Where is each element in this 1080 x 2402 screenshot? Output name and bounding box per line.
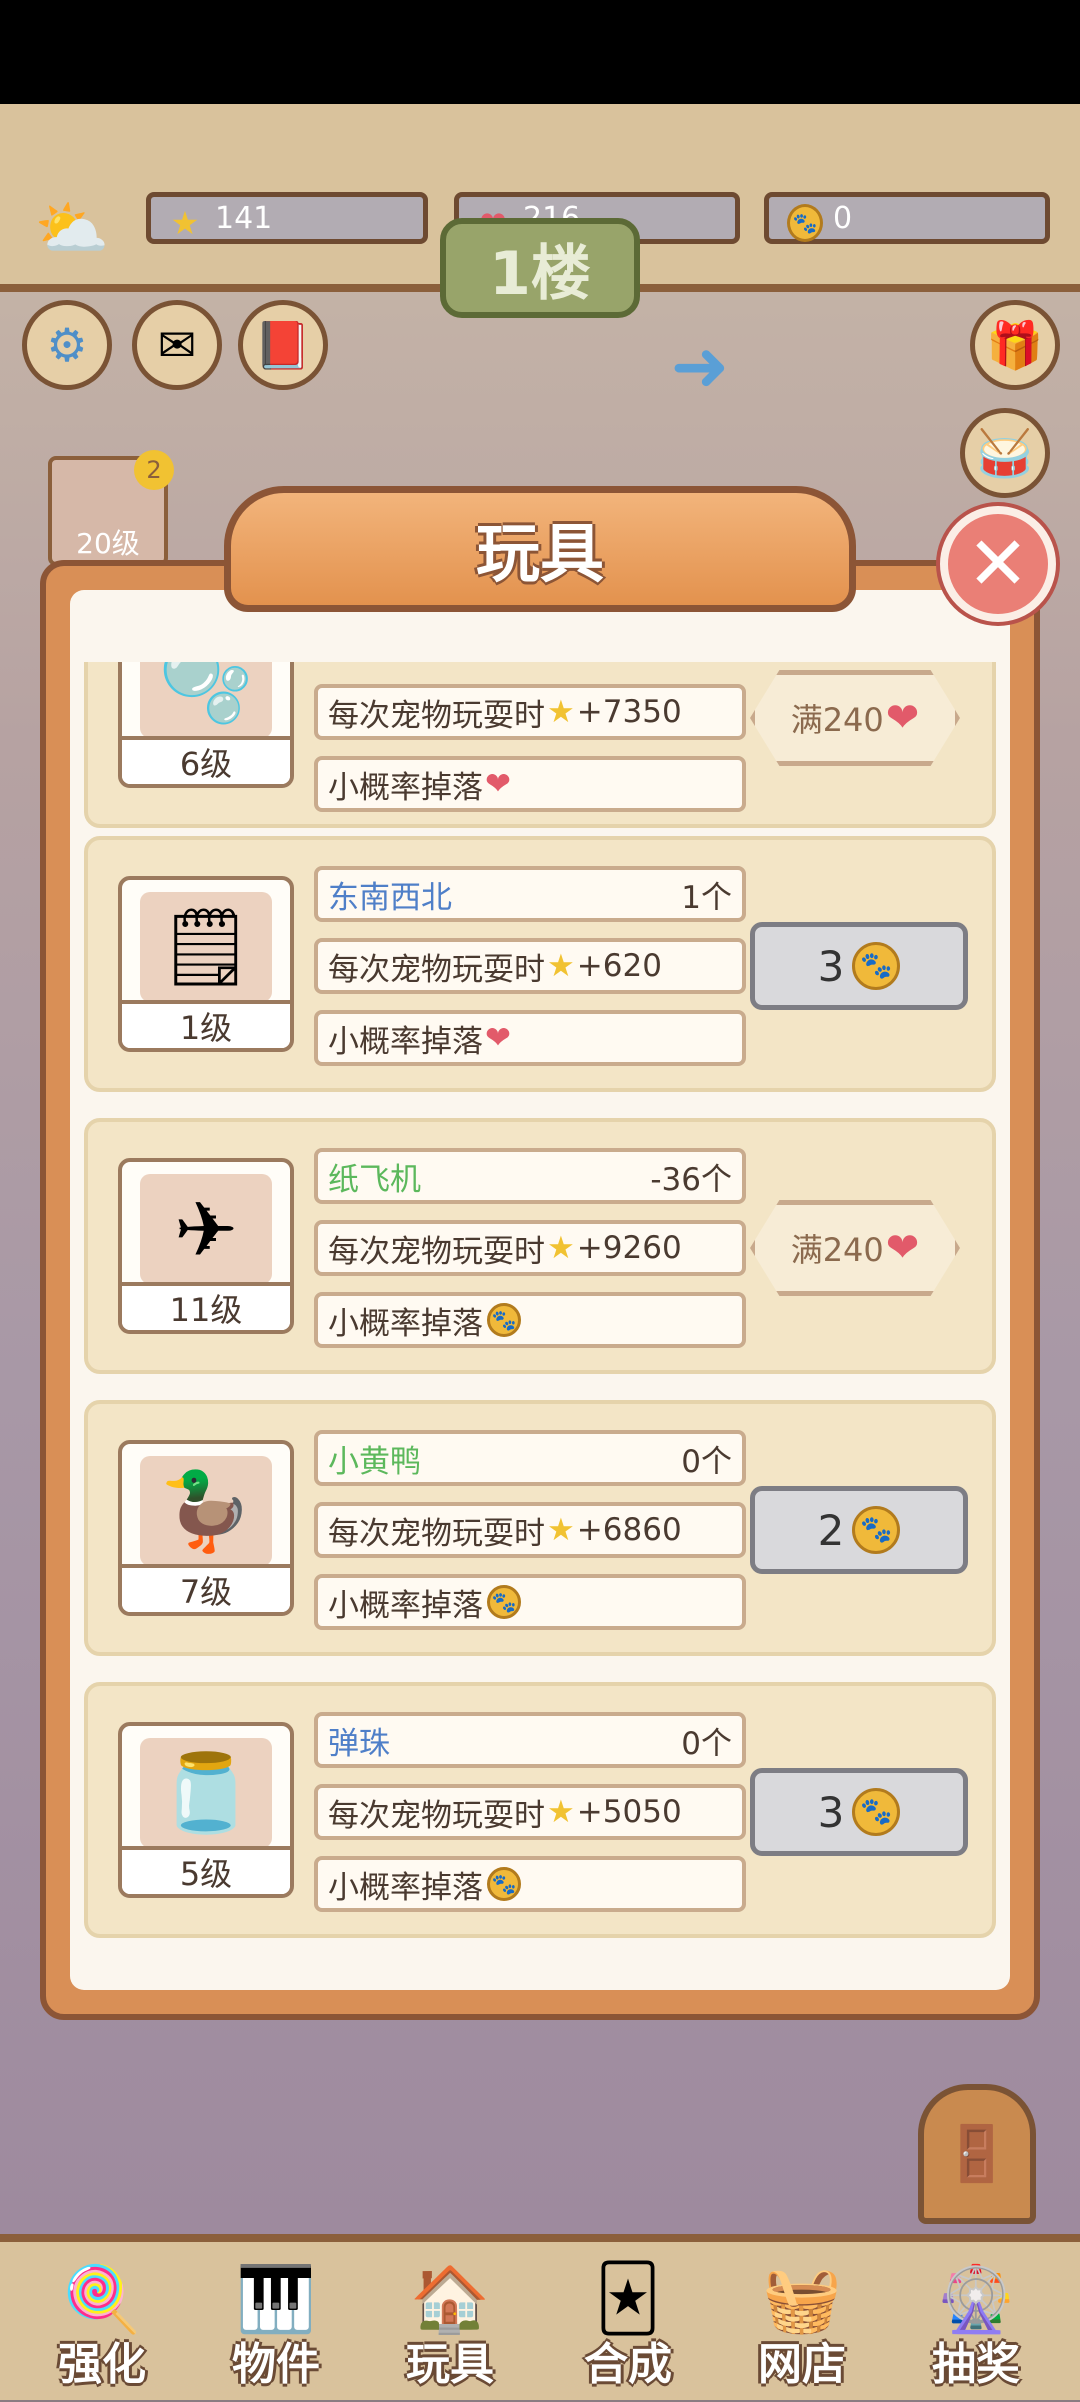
toy-name-field: 东南西北 1个 [314, 866, 746, 922]
paw-coin-icon: 🐾 [487, 1867, 521, 1901]
toy-level: 6级 [122, 736, 290, 784]
exit-door-button[interactable]: 🚪 [918, 2084, 1036, 2224]
heart-icon: ❤ [485, 766, 511, 802]
toy-thumb: ✈ 11级 [118, 1158, 294, 1334]
weather-icon[interactable]: ⛅ [32, 188, 112, 268]
fortune-teller-icon: 🗒 [140, 892, 272, 1002]
toy-count: -36个 [650, 1161, 732, 1198]
drum-button[interactable]: 🥁 [960, 408, 1050, 498]
paw-coin-icon: 🐾 [783, 203, 823, 243]
drop-field: 小概率掉落 🐾 [314, 1574, 746, 1630]
toy-card: 🫙 5级 弹珠 0个 每次宠物玩耍时 ★ +5050 小概率掉落 🐾 3 🐾 [84, 1682, 996, 1938]
toy-thumb: 🗒 1级 [118, 876, 294, 1052]
toy-count: 0个 [681, 1443, 732, 1480]
toy-name: 东南西北 [328, 879, 452, 916]
full-badge: 满240 ❤ [750, 670, 960, 766]
toy-level: 5级 [122, 1846, 290, 1894]
nav-item-merge[interactable]: 🃏 合成 [548, 2256, 708, 2402]
toy-name-field: 纸飞机 -36个 [314, 1148, 746, 1204]
drop-field: 小概率掉落 🐾 [314, 1292, 746, 1348]
bubble-wand-icon: 🫧 [140, 662, 272, 738]
toy-card: ✈ 11级 纸飞机 -36个 每次宠物玩耍时 ★ +9260 小概率掉落 🐾 满240… [84, 1118, 996, 1374]
toy-list[interactable]: 🫧 6级 每次宠物玩耍时 ★ +7350 小概率掉落 ❤ 满240 ❤ 🗒 1级 东南西… [80, 662, 1000, 1952]
paw-coin-icon: 🐾 [487, 1303, 521, 1337]
paw-coin-icon: 🐾 [487, 1585, 521, 1619]
paw-coin-icon: 🐾 [852, 1506, 901, 1554]
nav-label: 物件 [232, 2339, 320, 2390]
toy-thumb: 🫧 6级 [118, 662, 294, 788]
full-badge: 满240 ❤ [750, 1200, 960, 1296]
toy-count: 1个 [681, 879, 732, 916]
drop-field: 小概率掉落 ❤ [314, 1010, 746, 1066]
paw-coin-icon: 🐾 [852, 1788, 901, 1836]
toy-name: 小黄鸭 [328, 1443, 421, 1480]
nav-item-lottery[interactable]: 🎡 抽奖 [896, 2256, 1056, 2402]
stars-counter: ★ 141 [146, 192, 428, 244]
modal-title: 玩具 [224, 486, 856, 612]
play-bonus-field: 每次宠物玩耍时 ★ +620 [314, 938, 746, 994]
drop-field: 小概率掉落 🐾 [314, 1856, 746, 1912]
toy-level: 7级 [122, 1564, 290, 1612]
star-icon: ★ [547, 694, 575, 730]
toy-name-field: 小黄鸭 0个 [314, 1430, 746, 1486]
toy-thumb: 🦆 7级 [118, 1440, 294, 1616]
star-icon: ★ [547, 1794, 575, 1830]
toy-card: 🫧 6级 每次宠物玩耍时 ★ +7350 小概率掉落 ❤ 满240 ❤ [84, 662, 996, 828]
toy-name: 纸飞机 [328, 1161, 421, 1198]
close-icon: ✕ [966, 521, 1029, 607]
floor-sign: 1楼 [440, 218, 640, 318]
play-bonus-field: 每次宠物玩耍时 ★ +5050 [314, 1784, 746, 1840]
nav-label: 网店 [758, 2339, 846, 2390]
drop-field: 小概率掉落 ❤ [314, 756, 746, 812]
gift-button[interactable]: 🎁 [970, 300, 1060, 390]
marbles-jar-icon: 🫙 [140, 1738, 272, 1848]
heart-icon: ❤ [885, 1225, 920, 1271]
coins-counter: 🐾 0 [764, 192, 1050, 244]
pet-badge: 2 [134, 450, 174, 490]
stars-value: 141 [215, 200, 273, 236]
nav-label: 抽奖 [932, 2339, 1020, 2390]
nav-item-upgrade[interactable]: 🍭 强化 [22, 2256, 182, 2402]
toy-level: 11级 [122, 1282, 290, 1330]
status-bar [0, 0, 1080, 104]
buy-button[interactable]: 3 🐾 [750, 922, 968, 1010]
mail-button[interactable]: ✉ [132, 300, 222, 390]
buy-button[interactable]: 2 🐾 [750, 1486, 968, 1574]
heart-icon: ❤ [485, 1020, 511, 1056]
nav-item-objects[interactable]: 🎹 物件 [196, 2256, 356, 2402]
bottom-nav: 🍭 强化 🎹 物件 🏠 玩具 🃏 合成 🧺 网店 🎡 抽奖 [0, 2234, 1080, 2400]
next-floor-arrow-icon[interactable]: ➜ [660, 325, 740, 407]
buy-button[interactable]: 3 🐾 [750, 1768, 968, 1856]
book-button[interactable]: 📕 [238, 300, 328, 390]
coins-value: 0 [833, 200, 853, 236]
toy-name: 弹珠 [328, 1725, 390, 1762]
close-button[interactable]: ✕ [940, 506, 1056, 622]
star-icon: ★ [547, 1230, 575, 1266]
nav-label: 玩具 [406, 2339, 494, 2390]
toy-level: 1级 [122, 1000, 290, 1048]
nav-item-shop[interactable]: 🧺 网店 [722, 2256, 882, 2402]
nav-label: 合成 [584, 2339, 672, 2390]
toy-thumb: 🫙 5级 [118, 1722, 294, 1898]
pet-level: 20级 [76, 527, 140, 560]
nav-label: 强化 [58, 2339, 146, 2390]
heart-icon: ❤ [885, 695, 920, 741]
star-icon: ★ [547, 1512, 575, 1548]
paw-coin-icon: 🐾 [852, 942, 901, 990]
toy-card: 🦆 7级 小黄鸭 0个 每次宠物玩耍时 ★ +6860 小概率掉落 🐾 2 🐾 [84, 1400, 996, 1656]
settings-button[interactable]: ⚙ [22, 300, 112, 390]
rubber-duck-icon: 🦆 [140, 1456, 272, 1566]
toy-card: 🗒 1级 东南西北 1个 每次宠物玩耍时 ★ +620 小概率掉落 ❤ 3 🐾 [84, 836, 996, 1092]
pet-avatar[interactable]: 20级 2 [48, 450, 174, 566]
star-icon: ★ [547, 948, 575, 984]
toy-count: 0个 [681, 1725, 732, 1762]
play-bonus-field: 每次宠物玩耍时 ★ +7350 [314, 684, 746, 740]
play-bonus-field: 每次宠物玩耍时 ★ +6860 [314, 1502, 746, 1558]
paper-plane-icon: ✈ [140, 1174, 272, 1284]
toy-name-field: 弹珠 0个 [314, 1712, 746, 1768]
star-icon: ★ [170, 204, 200, 242]
play-bonus-field: 每次宠物玩耍时 ★ +9260 [314, 1220, 746, 1276]
nav-item-toys[interactable]: 🏠 玩具 [370, 2256, 530, 2402]
